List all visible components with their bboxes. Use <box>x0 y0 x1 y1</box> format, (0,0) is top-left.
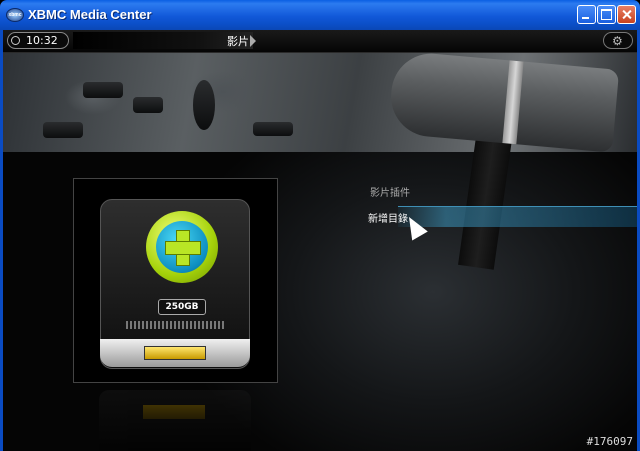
maximize-button[interactable] <box>597 5 616 24</box>
app-icon-label: xbmc <box>8 12 22 18</box>
capacity-label: 250GB <box>158 299 206 315</box>
close-button[interactable] <box>617 5 636 24</box>
breadcrumb-bar <box>73 32 253 49</box>
xbmc-app-icon[interactable]: xbmc <box>6 8 24 22</box>
window-titlebar[interactable]: xbmc XBMC Media Center <box>0 0 640 30</box>
section-title: 影片 <box>227 35 249 48</box>
add-plus-icon <box>146 211 218 283</box>
menu-focus-highlight <box>398 206 637 227</box>
clock-icon <box>11 36 20 45</box>
thumbnail-reflection <box>99 390 251 451</box>
menu-item-video-plugins[interactable]: 影片插件 <box>370 184 410 199</box>
watermark: #176097 <box>586 435 633 448</box>
xbmc-content: 10:32 影片 ⚙ 250GB 影片插件 新增目錄 #176097 <box>3 30 637 451</box>
item-thumbnail: 250GB <box>73 178 278 383</box>
drive-fine-print <box>126 321 226 329</box>
top-bar: 10:32 影片 ⚙ <box>3 30 637 53</box>
settings-button[interactable]: ⚙ <box>603 32 633 49</box>
minimize-button[interactable] <box>577 5 596 24</box>
gear-icon: ⚙ <box>612 34 623 48</box>
drive-slot <box>144 346 206 360</box>
breadcrumb-arrow-icon <box>250 35 256 47</box>
window-title: XBMC Media Center <box>28 7 152 22</box>
clock: 10:32 <box>7 32 69 49</box>
clock-text: 10:32 <box>26 34 58 47</box>
